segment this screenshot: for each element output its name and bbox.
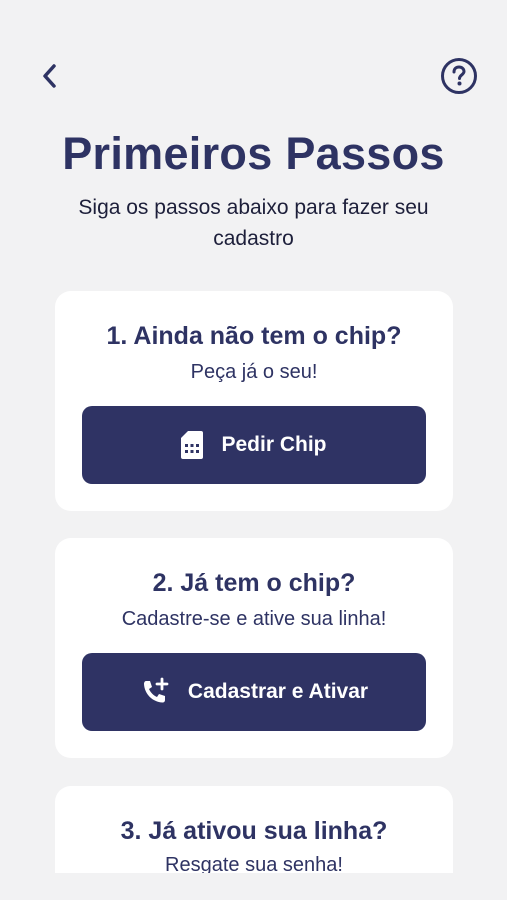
step-title: 2. Já tem o chip? xyxy=(152,569,356,597)
step-card-register-activate: 2. Já tem o chip? Cadastre-se e ative su… xyxy=(55,538,453,758)
question-circle-icon xyxy=(441,58,477,94)
top-bar xyxy=(0,0,507,120)
sim-card-icon xyxy=(181,431,204,459)
back-button[interactable] xyxy=(32,58,66,94)
step-description: Cadastre-se e ative sua linha! xyxy=(121,608,387,630)
step-title: 1. Ainda não tem o chip? xyxy=(106,322,402,350)
step-card-order-chip: 1. Ainda não tem o chip? Peça já o seu! … xyxy=(55,291,453,511)
help-button[interactable] xyxy=(440,57,478,95)
chevron-left-icon xyxy=(43,64,56,88)
step-description: Peça já o seu! xyxy=(190,361,318,383)
page-title: Primeiros Passos xyxy=(62,128,445,179)
order-chip-label: Pedir Chip xyxy=(221,433,327,456)
page-subtitle: Siga os passos abaixo para fazer seu cad… xyxy=(78,196,429,250)
order-chip-button[interactable]: Pedir Chip xyxy=(82,406,426,484)
phone-add-icon xyxy=(140,677,170,707)
register-activate-button[interactable]: Cadastrar e Ativar xyxy=(82,653,426,731)
bottom-edge xyxy=(0,873,507,900)
step-title: 3. Já ativou sua linha? xyxy=(120,817,388,845)
register-activate-label: Cadastrar e Ativar xyxy=(187,680,369,703)
